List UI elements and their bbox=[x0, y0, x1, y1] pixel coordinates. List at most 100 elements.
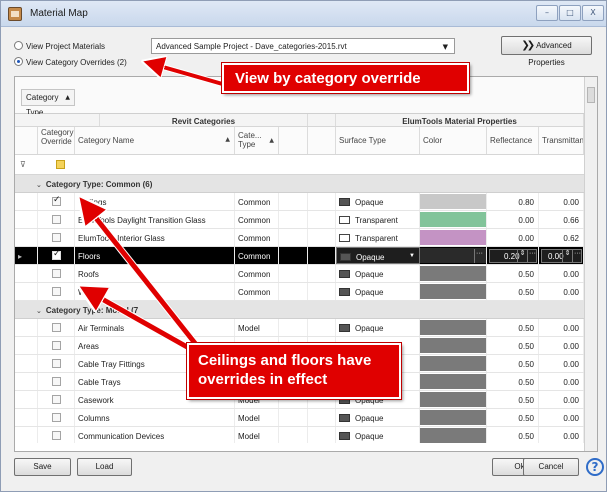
group-header-row[interactable]: ⌄ Category Type: Model (7 bbox=[15, 301, 584, 319]
surface-type-cell[interactable]: Opaque bbox=[336, 283, 420, 300]
override-checkbox[interactable] bbox=[52, 413, 61, 422]
reflectance-cell[interactable]: 0.50 bbox=[487, 409, 539, 426]
override-checkbox[interactable] bbox=[52, 341, 61, 350]
table-row[interactable]: Roofs Common Opaque 0.50 0.00 bbox=[15, 265, 584, 283]
advanced-properties-button[interactable]: ❯❯ Advanced Properties bbox=[501, 36, 592, 67]
override-cell[interactable] bbox=[38, 193, 75, 210]
color-swatch[interactable] bbox=[420, 320, 486, 335]
table-row[interactable]: Walls Common Opaque 0.50 0.00 bbox=[15, 283, 584, 301]
color-swatch[interactable] bbox=[420, 356, 486, 371]
override-cell[interactable] bbox=[38, 355, 75, 372]
group-header-row[interactable]: ⌄ Category Type: Common (6) bbox=[15, 175, 584, 193]
ellipsis-button[interactable]: ··· bbox=[474, 249, 484, 263]
color-cell[interactable] bbox=[420, 391, 487, 408]
surface-type-cell[interactable]: Opaque bbox=[336, 193, 420, 210]
override-cell[interactable] bbox=[38, 409, 75, 426]
reflectance-cell[interactable]: 0.50 bbox=[487, 319, 539, 336]
override-checkbox[interactable] bbox=[52, 195, 61, 206]
color-swatch[interactable] bbox=[420, 194, 486, 209]
scrollbar-thumb[interactable] bbox=[587, 87, 595, 103]
color-cell[interactable] bbox=[420, 265, 487, 282]
override-checkbox[interactable] bbox=[52, 287, 61, 296]
color-cell[interactable] bbox=[420, 319, 487, 336]
color-swatch[interactable] bbox=[420, 410, 486, 425]
maximize-button[interactable]: □ bbox=[559, 5, 581, 21]
override-checkbox[interactable] bbox=[52, 431, 61, 440]
surface-type-cell[interactable]: Transparent bbox=[336, 229, 420, 246]
color-swatch[interactable] bbox=[420, 230, 486, 245]
transmittance-cell[interactable]: 0.00 bbox=[539, 391, 584, 408]
sort-up-icon[interactable]: ▲ bbox=[65, 90, 70, 105]
header-reflectance[interactable]: Reflectance bbox=[487, 127, 539, 154]
table-row[interactable]: ElumTools Interior Glass Common Transparen… bbox=[15, 229, 584, 247]
reflectance-cell[interactable]: 0.50 bbox=[487, 283, 539, 300]
color-cell[interactable] bbox=[420, 193, 487, 210]
color-cell[interactable] bbox=[420, 229, 487, 246]
surface-type-cell[interactable]: Opaque bbox=[336, 427, 420, 443]
table-row[interactable]: Columns Model Opaque 0.50 0.00 bbox=[15, 409, 584, 427]
color-cell[interactable] bbox=[420, 283, 487, 300]
override-checkbox[interactable] bbox=[52, 323, 61, 332]
color-cell[interactable] bbox=[420, 373, 487, 390]
radio-selected-icon[interactable] bbox=[14, 57, 23, 66]
color-swatch[interactable] bbox=[420, 212, 486, 227]
color-cell[interactable] bbox=[420, 427, 487, 443]
group-chip-category-type[interactable]: Category Type ▲ bbox=[21, 89, 75, 117]
color-cell[interactable] bbox=[420, 409, 487, 426]
override-checkbox[interactable] bbox=[52, 395, 61, 404]
save-button[interactable]: Save bbox=[14, 458, 71, 476]
color-cell[interactable] bbox=[420, 355, 487, 372]
color-swatch[interactable] bbox=[420, 392, 486, 407]
cancel-button[interactable]: Cancel bbox=[523, 458, 579, 476]
override-checkbox[interactable] bbox=[52, 377, 61, 386]
override-cell[interactable] bbox=[38, 319, 75, 336]
help-icon[interactable]: ? bbox=[586, 458, 604, 476]
color-swatch[interactable] bbox=[420, 428, 486, 443]
vertical-scrollbar[interactable] bbox=[584, 77, 597, 451]
table-row[interactable]: Communication Devices Model Opaque 0.50 0.00 bbox=[15, 427, 584, 443]
color-swatch[interactable] bbox=[420, 338, 486, 353]
radio-view-project-materials[interactable]: View Project Materials bbox=[14, 41, 105, 51]
header-transmittance[interactable]: Transmittance bbox=[539, 127, 584, 154]
table-row[interactable]: ▸FloorsCommonOpaque▼···0.20⇕···0.00⇕··· bbox=[15, 247, 584, 265]
transmittance-cell[interactable]: 0.66 bbox=[539, 211, 584, 228]
surface-type-cell[interactable]: Transparent bbox=[336, 211, 420, 228]
transmittance-cell[interactable]: 0.00 bbox=[539, 355, 584, 372]
spin-arrows-icon[interactable]: ⇕ bbox=[562, 249, 572, 263]
reflectance-cell[interactable]: 0.80 bbox=[487, 193, 539, 210]
color-cell[interactable] bbox=[420, 337, 487, 354]
reflectance-cell[interactable]: 0.50 bbox=[487, 265, 539, 282]
override-cell[interactable] bbox=[38, 265, 75, 282]
surface-type-cell[interactable]: Opaque ▼ bbox=[336, 247, 420, 264]
transmittance-cell[interactable]: 0.00 bbox=[539, 337, 584, 354]
override-cell[interactable] bbox=[38, 283, 75, 300]
reflectance-cell[interactable]: 0.50 bbox=[487, 373, 539, 390]
override-checkbox[interactable] bbox=[52, 269, 61, 278]
chevron-down-icon[interactable]: ⌄ bbox=[36, 307, 42, 315]
override-cell[interactable] bbox=[38, 229, 75, 246]
surface-type-cell[interactable]: Opaque bbox=[336, 409, 420, 426]
override-cell[interactable] bbox=[38, 391, 75, 408]
color-cell[interactable]: ··· bbox=[420, 247, 487, 264]
override-cell[interactable] bbox=[38, 427, 75, 443]
override-cell[interactable] bbox=[38, 373, 75, 390]
ellipsis-button[interactable]: ··· bbox=[572, 249, 582, 263]
color-swatch[interactable] bbox=[420, 266, 486, 281]
project-select[interactable]: Advanced Sample Project - Dave_categorie… bbox=[151, 38, 455, 54]
reflectance-cell[interactable]: 0.20 ⇕ ··· bbox=[487, 247, 539, 264]
color-swatch[interactable] bbox=[420, 374, 486, 389]
ellipsis-button[interactable]: ··· bbox=[527, 249, 537, 263]
radio-icon[interactable] bbox=[14, 41, 23, 50]
transmittance-cell[interactable]: 0.00 bbox=[539, 409, 584, 426]
surface-type-cell[interactable]: Opaque bbox=[336, 265, 420, 282]
close-button[interactable]: X bbox=[582, 5, 604, 21]
override-cell[interactable] bbox=[38, 337, 75, 354]
reflectance-cell[interactable]: 0.50 bbox=[487, 391, 539, 408]
reflectance-cell[interactable]: 0.00 bbox=[487, 229, 539, 246]
header-color[interactable]: Color bbox=[420, 127, 487, 154]
transmittance-cell[interactable]: 0.00 bbox=[539, 373, 584, 390]
header-category-override[interactable]: Category Override bbox=[38, 127, 75, 154]
override-checkbox[interactable] bbox=[52, 249, 61, 260]
header-category-name[interactable]: Category Name ▲ bbox=[75, 127, 235, 154]
table-row[interactable]: Air Terminals Model Opaque 0.50 0.00 bbox=[15, 319, 584, 337]
